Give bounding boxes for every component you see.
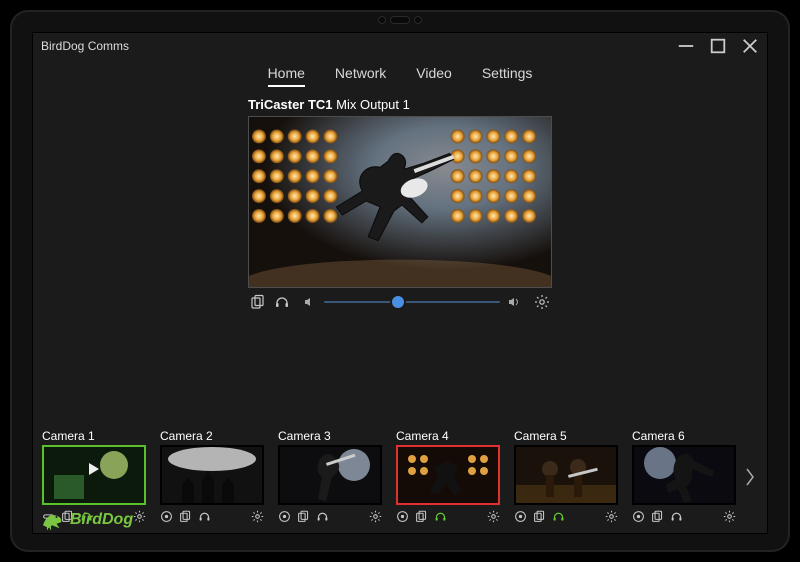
copy-icon[interactable] <box>297 510 310 523</box>
camera-toolbar <box>396 507 500 525</box>
camera-strip: Camera 1 Camera 2 <box>33 417 767 533</box>
tab-network[interactable]: Network <box>335 65 386 87</box>
app-window: BirdDog Comms Home Network Video Setting… <box>32 32 768 534</box>
tablet-frame: BirdDog Comms Home Network Video Setting… <box>10 10 790 552</box>
camera-thumbnail[interactable] <box>514 445 618 505</box>
copy-icon[interactable] <box>250 294 266 310</box>
headset-icon[interactable] <box>198 510 211 523</box>
source-device: TriCaster TC1 <box>248 97 333 112</box>
camera-tile: Camera 2 <box>160 429 264 525</box>
tab-video[interactable]: Video <box>416 65 452 87</box>
settings-icon[interactable] <box>723 510 736 523</box>
camera-label: Camera 4 <box>396 429 500 443</box>
nav-tabs: Home Network Video Settings <box>33 59 767 97</box>
tab-home[interactable]: Home <box>268 65 305 87</box>
camera-label: Camera 3 <box>278 429 382 443</box>
settings-icon[interactable] <box>534 294 550 310</box>
talk-icon[interactable] <box>514 510 527 523</box>
headset-icon[interactable] <box>434 510 447 523</box>
camera-thumbnail[interactable] <box>42 445 146 505</box>
speaker-low-icon <box>304 296 316 308</box>
camera-toolbar <box>632 507 736 525</box>
tab-settings[interactable]: Settings <box>482 65 533 87</box>
scroll-right-button[interactable] <box>741 447 759 507</box>
camera-label: Camera 1 <box>42 429 146 443</box>
main-preview-area: TriCaster TC1 Mix Output 1 <box>33 97 767 417</box>
headset-icon[interactable] <box>552 510 565 523</box>
talk-icon[interactable] <box>278 510 291 523</box>
window-controls <box>677 37 759 55</box>
speaker-high-icon <box>508 296 520 308</box>
camera-toolbar <box>514 507 618 525</box>
copy-icon[interactable] <box>651 510 664 523</box>
close-button[interactable] <box>741 37 759 55</box>
titlebar: BirdDog Comms <box>33 33 767 59</box>
copy-icon[interactable] <box>179 510 192 523</box>
window-title: BirdDog Comms <box>41 39 129 53</box>
source-channel: Mix Output 1 <box>336 97 410 112</box>
settings-icon[interactable] <box>369 510 382 523</box>
camera-tile: Camera 5 <box>514 429 618 525</box>
camera-label: Camera 5 <box>514 429 618 443</box>
tablet-camera-cluster <box>365 16 435 24</box>
camera-label: Camera 2 <box>160 429 264 443</box>
settings-icon[interactable] <box>133 510 146 523</box>
camera-toolbar <box>160 507 264 525</box>
camera-thumbnail[interactable] <box>632 445 736 505</box>
maximize-button[interactable] <box>709 37 727 55</box>
headset-icon[interactable] <box>316 510 329 523</box>
camera-thumbnail[interactable] <box>278 445 382 505</box>
camera-tile: Camera 6 <box>632 429 736 525</box>
camera-toolbar <box>278 507 382 525</box>
talk-icon[interactable] <box>396 510 409 523</box>
copy-icon[interactable] <box>415 510 428 523</box>
camera-thumbnail[interactable] <box>160 445 264 505</box>
source-title: TriCaster TC1 Mix Output 1 <box>248 97 552 112</box>
settings-icon[interactable] <box>605 510 618 523</box>
settings-icon[interactable] <box>487 510 500 523</box>
brand-name: BirdDog <box>70 511 133 529</box>
volume-slider[interactable] <box>324 295 500 309</box>
volume-control <box>298 295 526 309</box>
copy-icon[interactable] <box>533 510 546 523</box>
headset-icon[interactable] <box>274 294 290 310</box>
minimize-button[interactable] <box>677 37 695 55</box>
talk-icon[interactable] <box>632 510 645 523</box>
camera-label: Camera 6 <box>632 429 736 443</box>
camera-tile: Camera 3 <box>278 429 382 525</box>
brand-logo: BirdDog <box>40 510 133 530</box>
headset-icon[interactable] <box>670 510 683 523</box>
camera-thumbnail[interactable] <box>396 445 500 505</box>
program-preview[interactable] <box>248 116 552 288</box>
talk-icon[interactable] <box>160 510 173 523</box>
preview-toolbar <box>248 288 552 312</box>
camera-tile: Camera 4 <box>396 429 500 525</box>
settings-icon[interactable] <box>251 510 264 523</box>
